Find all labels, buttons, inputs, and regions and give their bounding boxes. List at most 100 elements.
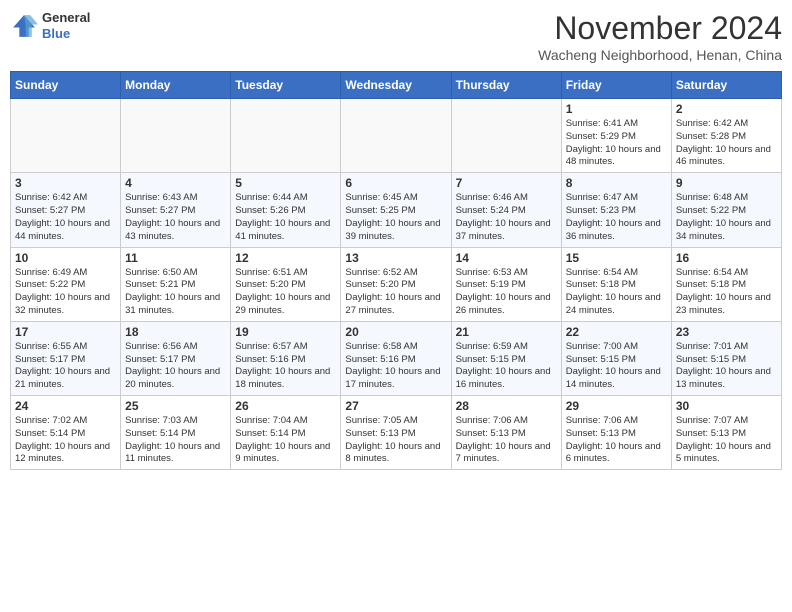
day-number: 7 <box>456 176 557 190</box>
calendar-day-cell: 3 Sunrise: 6:42 AM Sunset: 5:27 PM Daylig… <box>11 173 121 247</box>
day-number: 30 <box>676 399 777 413</box>
day-number: 18 <box>125 325 226 339</box>
calendar-day-cell: 12Sunrise: 6:51 AM Sunset: 5:20 PM Dayli… <box>231 247 341 321</box>
day-number: 2 <box>676 102 777 116</box>
logo-text: General Blue <box>42 10 90 41</box>
day-info: Sunrise: 6:54 AM Sunset: 5:18 PM Dayligh… <box>676 267 777 318</box>
calendar-day-cell: 13 Sunrise: 6:52 AM Sunset: 5:20 PM Dayli… <box>341 247 451 321</box>
day-info: Sunrise: 7:01 AM Sunset: 5:15 PM Dayligh… <box>676 341 777 392</box>
day-info: Sunrise: 6:43 AM Sunset: 5:27 PM Dayligh… <box>125 192 226 243</box>
day-info: Sunrise: 7:06 AM Sunset: 5:13 PM Dayligh… <box>566 415 667 466</box>
day-info: Sunrise: 7:04 AM Sunset: 5:14 PM Dayligh… <box>235 415 336 466</box>
calendar-day-cell <box>341 99 451 173</box>
calendar-day-cell: 14Sunrise: 6:53 AM Sunset: 5:19 PM Dayli… <box>451 247 561 321</box>
day-info: Sunrise: 6:59 AM Sunset: 5:15 PM Dayligh… <box>456 341 557 392</box>
day-info: Sunrise: 7:05 AM Sunset: 5:13 PM Dayligh… <box>345 415 446 466</box>
calendar-week-row: 24 Sunrise: 7:02 AM Sunset: 5:14 PM Dayli… <box>11 396 782 470</box>
day-number: 12 <box>235 251 336 265</box>
day-number: 15 <box>566 251 667 265</box>
calendar-day-cell <box>11 99 121 173</box>
location-title: Wacheng Neighborhood, Henan, China <box>538 47 782 63</box>
title-block: November 2024 Wacheng Neighborhood, Hena… <box>538 10 782 63</box>
day-number: 5 <box>235 176 336 190</box>
calendar-day-cell <box>231 99 341 173</box>
calendar-day-cell: 29Sunrise: 7:06 AM Sunset: 5:13 PM Dayli… <box>561 396 671 470</box>
day-number: 26 <box>235 399 336 413</box>
day-info: Sunrise: 6:46 AM Sunset: 5:24 PM Dayligh… <box>456 192 557 243</box>
weekday-header: Friday <box>561 72 671 99</box>
day-number: 21 <box>456 325 557 339</box>
weekday-header: Sunday <box>11 72 121 99</box>
day-info: Sunrise: 6:54 AM Sunset: 5:18 PM Dayligh… <box>566 267 667 318</box>
day-info: Sunrise: 7:02 AM Sunset: 5:14 PM Dayligh… <box>15 415 116 466</box>
day-info: Sunrise: 6:49 AM Sunset: 5:22 PM Dayligh… <box>15 267 116 318</box>
day-number: 17 <box>15 325 116 339</box>
weekday-header: Saturday <box>671 72 781 99</box>
calendar-day-cell: 23 Sunrise: 7:01 AM Sunset: 5:15 PM Dayli… <box>671 321 781 395</box>
logo: General Blue <box>10 10 90 41</box>
day-number: 10 <box>15 251 116 265</box>
calendar-day-cell: 22Sunrise: 7:00 AM Sunset: 5:15 PM Dayli… <box>561 321 671 395</box>
day-number: 16 <box>676 251 777 265</box>
calendar-day-cell: 6 Sunrise: 6:45 AM Sunset: 5:25 PM Daylig… <box>341 173 451 247</box>
day-info: Sunrise: 6:52 AM Sunset: 5:20 PM Dayligh… <box>345 267 446 318</box>
calendar-day-cell: 16 Sunrise: 6:54 AM Sunset: 5:18 PM Dayli… <box>671 247 781 321</box>
day-info: Sunrise: 6:41 AM Sunset: 5:29 PM Dayligh… <box>566 118 667 169</box>
calendar-day-cell: 21 Sunrise: 6:59 AM Sunset: 5:15 PM Dayli… <box>451 321 561 395</box>
day-info: Sunrise: 6:53 AM Sunset: 5:19 PM Dayligh… <box>456 267 557 318</box>
month-title: November 2024 <box>538 10 782 47</box>
calendar-day-cell: 4 Sunrise: 6:43 AM Sunset: 5:27 PM Daylig… <box>121 173 231 247</box>
calendar-day-cell: 17 Sunrise: 6:55 AM Sunset: 5:17 PM Dayli… <box>11 321 121 395</box>
day-number: 24 <box>15 399 116 413</box>
day-number: 8 <box>566 176 667 190</box>
day-number: 11 <box>125 251 226 265</box>
weekday-header: Wednesday <box>341 72 451 99</box>
page-header: General Blue November 2024 Wacheng Neigh… <box>10 10 782 63</box>
calendar-day-cell: 18 Sunrise: 6:56 AM Sunset: 5:17 PM Dayli… <box>121 321 231 395</box>
calendar-day-cell: 7 Sunrise: 6:46 AM Sunset: 5:24 PM Daylig… <box>451 173 561 247</box>
calendar-day-cell: 9Sunrise: 6:48 AM Sunset: 5:22 PM Daylig… <box>671 173 781 247</box>
logo-icon <box>10 12 38 40</box>
calendar-day-cell: 19Sunrise: 6:57 AM Sunset: 5:16 PM Dayli… <box>231 321 341 395</box>
calendar-day-cell <box>121 99 231 173</box>
calendar-week-row: 3 Sunrise: 6:42 AM Sunset: 5:27 PM Daylig… <box>11 173 782 247</box>
day-number: 22 <box>566 325 667 339</box>
day-info: Sunrise: 6:42 AM Sunset: 5:27 PM Dayligh… <box>15 192 116 243</box>
day-number: 1 <box>566 102 667 116</box>
day-number: 13 <box>345 251 446 265</box>
day-number: 20 <box>345 325 446 339</box>
day-number: 6 <box>345 176 446 190</box>
day-number: 27 <box>345 399 446 413</box>
day-info: Sunrise: 6:44 AM Sunset: 5:26 PM Dayligh… <box>235 192 336 243</box>
day-number: 25 <box>125 399 226 413</box>
calendar-day-cell: 25 Sunrise: 7:03 AM Sunset: 5:14 PM Dayli… <box>121 396 231 470</box>
weekday-header: Thursday <box>451 72 561 99</box>
day-number: 9 <box>676 176 777 190</box>
calendar-table: SundayMondayTuesdayWednesdayThursdayFrid… <box>10 71 782 470</box>
day-info: Sunrise: 7:03 AM Sunset: 5:14 PM Dayligh… <box>125 415 226 466</box>
calendar-day-cell: 15 Sunrise: 6:54 AM Sunset: 5:18 PM Dayli… <box>561 247 671 321</box>
calendar-day-cell: 5 Sunrise: 6:44 AM Sunset: 5:26 PM Daylig… <box>231 173 341 247</box>
day-number: 23 <box>676 325 777 339</box>
day-info: Sunrise: 6:50 AM Sunset: 5:21 PM Dayligh… <box>125 267 226 318</box>
day-info: Sunrise: 6:56 AM Sunset: 5:17 PM Dayligh… <box>125 341 226 392</box>
calendar-day-cell: 30 Sunrise: 7:07 AM Sunset: 5:13 PM Dayli… <box>671 396 781 470</box>
calendar-week-row: 17 Sunrise: 6:55 AM Sunset: 5:17 PM Dayli… <box>11 321 782 395</box>
day-info: Sunrise: 6:58 AM Sunset: 5:16 PM Dayligh… <box>345 341 446 392</box>
day-number: 3 <box>15 176 116 190</box>
day-number: 28 <box>456 399 557 413</box>
day-info: Sunrise: 7:07 AM Sunset: 5:13 PM Dayligh… <box>676 415 777 466</box>
day-info: Sunrise: 6:45 AM Sunset: 5:25 PM Dayligh… <box>345 192 446 243</box>
day-number: 19 <box>235 325 336 339</box>
calendar-day-cell: 2Sunrise: 6:42 AM Sunset: 5:28 PM Daylig… <box>671 99 781 173</box>
calendar-day-cell: 28 Sunrise: 7:06 AM Sunset: 5:13 PM Dayli… <box>451 396 561 470</box>
calendar-header-row: SundayMondayTuesdayWednesdayThursdayFrid… <box>11 72 782 99</box>
day-info: Sunrise: 7:06 AM Sunset: 5:13 PM Dayligh… <box>456 415 557 466</box>
day-info: Sunrise: 6:55 AM Sunset: 5:17 PM Dayligh… <box>15 341 116 392</box>
calendar-day-cell: 11 Sunrise: 6:50 AM Sunset: 5:21 PM Dayli… <box>121 247 231 321</box>
calendar-week-row: 10 Sunrise: 6:49 AM Sunset: 5:22 PM Dayli… <box>11 247 782 321</box>
calendar-day-cell: 8 Sunrise: 6:47 AM Sunset: 5:23 PM Daylig… <box>561 173 671 247</box>
day-info: Sunrise: 6:47 AM Sunset: 5:23 PM Dayligh… <box>566 192 667 243</box>
day-number: 4 <box>125 176 226 190</box>
calendar-day-cell: 20 Sunrise: 6:58 AM Sunset: 5:16 PM Dayli… <box>341 321 451 395</box>
